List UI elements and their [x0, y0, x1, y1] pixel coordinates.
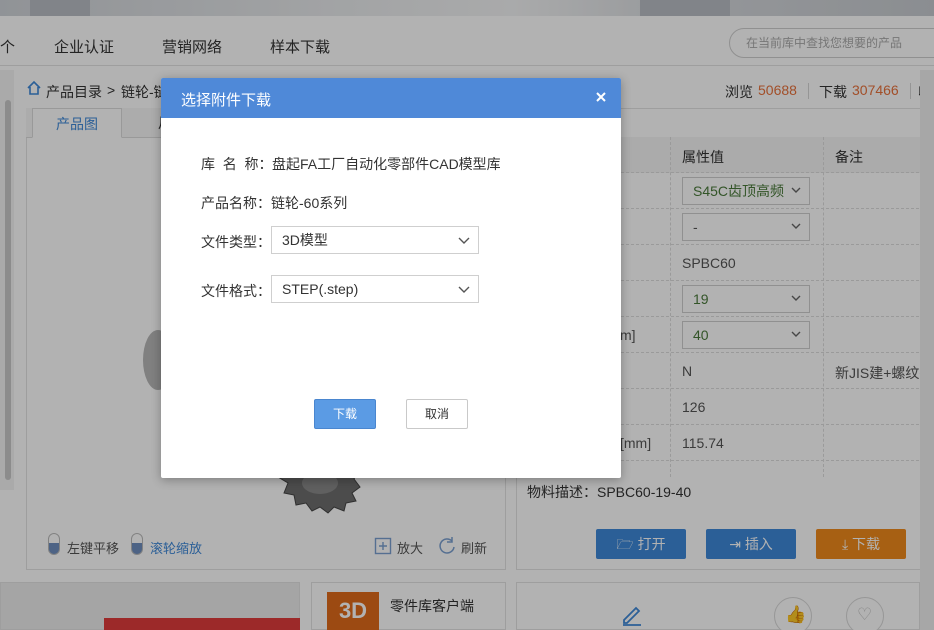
- file-type-select[interactable]: 3D模型: [271, 226, 479, 254]
- cancel-button[interactable]: 取消: [406, 399, 468, 429]
- file-format-label: 文件格式：: [201, 283, 271, 299]
- download-button[interactable]: 下载: [314, 399, 376, 429]
- product-name-value: 链轮-60系列: [271, 195, 348, 211]
- dialog-title: 选择附件下载: [181, 92, 272, 109]
- file-type-value: 3D模型: [282, 232, 328, 248]
- close-icon[interactable]: [593, 89, 609, 105]
- chevron-down-icon: [458, 237, 470, 244]
- library-label: 库 名 称：: [201, 156, 273, 172]
- dialog-header: 选择附件下载: [161, 78, 621, 118]
- product-name-label: 产品名称：: [201, 195, 271, 211]
- file-format-select[interactable]: STEP(.step): [271, 275, 479, 303]
- library-value: 盘起FA工厂自动化零部件CAD模型库: [272, 156, 501, 172]
- chevron-down-icon: [458, 286, 470, 293]
- file-type-label: 文件类型：: [201, 234, 271, 250]
- download-attachment-dialog: 选择附件下载 库 名 称： 盘起FA工厂自动化零部件CAD模型库 产品名称： 链…: [161, 78, 621, 478]
- file-format-value: STEP(.step): [282, 281, 359, 297]
